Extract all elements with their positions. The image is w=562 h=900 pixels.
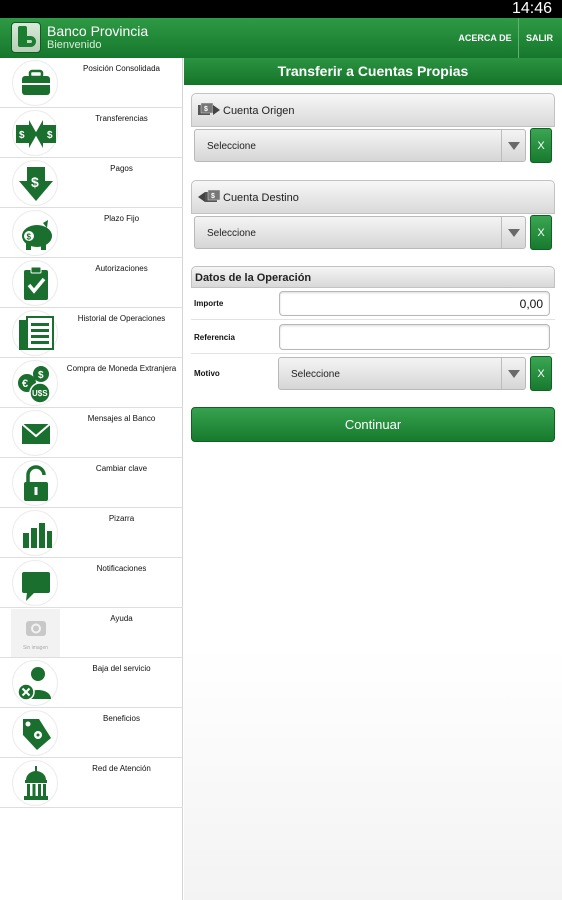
cuenta-destino-select[interactable]: Seleccione [194, 216, 526, 249]
sidebar-item-transferencias[interactable]: $ $ Transferencias [0, 108, 183, 158]
sidebar-item-label: Plazo Fijo [103, 214, 140, 223]
svg-text:$: $ [211, 193, 215, 200]
piggy-bank-icon: $ [12, 210, 58, 256]
chevron-down-icon [501, 217, 525, 248]
sidebar-item-historial-de-operaciones[interactable]: Historial de Operaciones [0, 308, 183, 358]
exit-button[interactable]: SALIR [518, 18, 560, 58]
sidebar: Posición Consolidada $ $ Transferencias $… [0, 58, 183, 900]
motivo-clear-button[interactable]: X [530, 356, 552, 391]
sidebar-item-notificaciones[interactable]: Notificaciones [0, 558, 183, 608]
sidebar-item-plazo-fijo[interactable]: $ Plazo Fijo [0, 208, 183, 258]
money-transfer-in-icon: $ [198, 189, 221, 209]
sidebar-item-posicion-consolidada[interactable]: Posición Consolidada [0, 58, 183, 108]
sidebar-item-label: Baja del servicio [92, 664, 151, 673]
referencia-row: Referencia [191, 320, 555, 354]
select-value: Seleccione [207, 228, 256, 239]
cuenta-destino-label: Cuenta Destino [223, 192, 299, 204]
sidebar-item-label: Ayuda [110, 614, 133, 623]
transfer-arrows-icon: $ $ [12, 110, 58, 156]
sidebar-item-label: Pagos [110, 164, 133, 173]
svg-text:U$S: U$S [32, 389, 48, 398]
clock: 14:46 [511, 0, 552, 17]
about-button[interactable]: ACERCA DE [454, 18, 516, 58]
currency-coins-icon: € $ U$S [12, 360, 58, 406]
importe-row: Importe 0,00 [191, 288, 555, 320]
tag-icon [12, 710, 58, 756]
sidebar-item-cambiar-clave[interactable]: Cambiar clave [0, 458, 183, 508]
main-panel: Transferir a Cuentas Propias $ Cuenta Or… [184, 58, 562, 900]
sidebar-item-mensajes-al-banco[interactable]: Mensajes al Banco [0, 408, 183, 458]
bar-chart-icon [12, 510, 58, 556]
documents-icon [12, 310, 58, 356]
cuenta-origen-label: Cuenta Origen [223, 105, 295, 117]
cuenta-origen-header: $ Cuenta Origen [191, 93, 555, 127]
sidebar-item-baja-del-servicio[interactable]: Baja del servicio [0, 658, 183, 708]
sidebar-item-autorizaciones[interactable]: Autorizaciones [0, 258, 183, 308]
bank-logo-icon [11, 22, 41, 53]
app-subtitle: Bienvenido [47, 39, 102, 51]
motivo-label: Motivo [194, 369, 220, 378]
placeholder-image-text: Sin imagen [22, 645, 48, 651]
motivo-row: Motivo Seleccione X [191, 354, 555, 393]
svg-text:$: $ [204, 106, 208, 113]
datos-operacion-header: Datos de la Operación [191, 266, 555, 288]
app-title: Banco Provincia [47, 23, 149, 39]
svg-text:€: € [22, 378, 28, 390]
sidebar-item-label: Notificaciones [96, 564, 147, 573]
sidebar-item-label: Transferencias [95, 114, 148, 123]
importe-input[interactable]: 0,00 [279, 291, 550, 316]
svg-text:$: $ [31, 174, 39, 190]
motivo-select[interactable]: Seleccione [278, 357, 526, 390]
sidebar-item-pizarra[interactable]: Pizarra [0, 508, 183, 558]
referencia-label: Referencia [194, 333, 235, 342]
cuenta-origen-clear-button[interactable]: X [530, 128, 552, 163]
padlock-icon [12, 460, 58, 506]
cuenta-destino-clear-button[interactable]: X [530, 215, 552, 250]
sidebar-item-beneficios[interactable]: Beneficios [0, 708, 183, 758]
importe-label: Importe [194, 299, 224, 308]
select-value: Seleccione [207, 141, 256, 152]
status-bar: 14:46 [0, 0, 562, 18]
sidebar-item-label: Historial de Operaciones [77, 314, 166, 323]
referencia-input[interactable] [279, 324, 550, 350]
chevron-down-icon [501, 358, 525, 389]
placeholder-image-icon: Sin imagen [11, 609, 60, 657]
payment-arrow-icon: $ [12, 160, 58, 206]
chevron-down-icon [501, 130, 525, 161]
svg-text:$: $ [47, 130, 53, 141]
sidebar-item-label: Compra de Moneda Extranjera [66, 364, 177, 373]
sidebar-item-ayuda[interactable]: Sin imagen Ayuda [0, 608, 183, 658]
svg-text:$: $ [38, 370, 44, 381]
sidebar-item-label: Red de Atención [92, 764, 151, 773]
money-transfer-out-icon: $ [198, 102, 220, 122]
envelope-icon [12, 410, 58, 456]
speech-bubble-icon [12, 560, 58, 606]
app-bar: Banco Provincia Bienvenido ACERCA DE SAL… [0, 18, 562, 58]
sidebar-item-label: Posición Consolidada [83, 64, 160, 73]
sidebar-item-label: Pizarra [108, 514, 135, 523]
continue-button[interactable]: Continuar [191, 407, 555, 442]
cuenta-origen-select[interactable]: Seleccione [194, 129, 526, 162]
page-title: Transferir a Cuentas Propias [184, 58, 562, 85]
sidebar-item-label: Autorizaciones [95, 264, 148, 273]
cuenta-destino-header: $ Cuenta Destino [191, 180, 555, 214]
sidebar-item-pagos[interactable]: $ Pagos [0, 158, 183, 208]
user-remove-icon [12, 660, 58, 706]
sidebar-item-label: Beneficios [103, 714, 140, 723]
bank-building-icon [12, 760, 58, 806]
svg-text:$: $ [19, 130, 25, 141]
sidebar-item-label: Mensajes al Banco [87, 414, 156, 423]
sidebar-item-label: Cambiar clave [95, 464, 148, 473]
clipboard-check-icon [12, 260, 58, 306]
sidebar-item-compra-de-moneda-extranjera[interactable]: € $ U$S Compra de Moneda Extranjera [0, 358, 183, 408]
briefcase-icon [12, 60, 58, 106]
svg-text:$: $ [27, 233, 32, 242]
sidebar-item-red-de-atencion[interactable]: Red de Atención [0, 758, 183, 808]
select-value: Seleccione [291, 369, 340, 380]
